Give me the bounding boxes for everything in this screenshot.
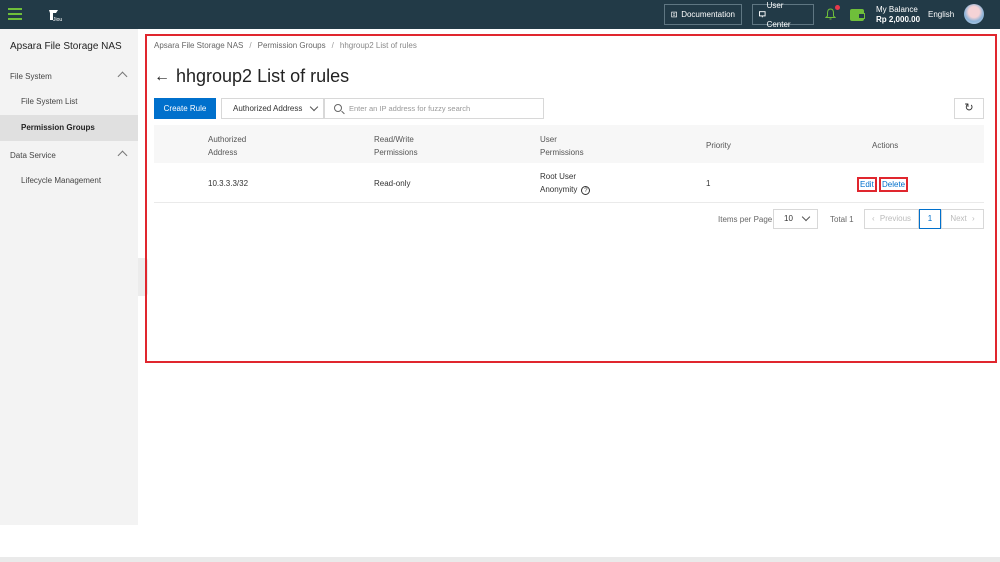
items-per-page-label: Items per Page: [718, 215, 773, 224]
breadcrumb-separator: /: [331, 41, 334, 50]
refresh-icon: ↻: [964, 102, 974, 114]
documentation-button[interactable]: Documentation: [664, 4, 742, 25]
filter-select[interactable]: Authorized Address: [221, 98, 324, 119]
user-center-label: User Center: [766, 0, 791, 29]
chevron-down-icon: [309, 102, 319, 112]
monitor-icon: [759, 11, 766, 18]
notification-badge: [835, 5, 840, 10]
user-center-button[interactable]: User Center: [752, 1, 814, 29]
items-per-page-select[interactable]: 10: [773, 209, 818, 229]
create-rule-button[interactable]: Create Rule: [154, 98, 216, 119]
breadcrumb: Apsara File Storage NAS / Permission Gro…: [154, 41, 417, 50]
column-header-actions: Actions: [872, 141, 899, 150]
top-bar: Jiou Documentation User Center My Balanc…: [0, 0, 1000, 29]
delete-link[interactable]: Delete: [879, 177, 909, 192]
search-input[interactable]: [349, 101, 539, 116]
next-page-button[interactable]: Next ›: [941, 209, 984, 229]
filter-select-value: Authorized Address: [233, 104, 303, 113]
balance-value[interactable]: Rp 2,000.00: [876, 15, 920, 24]
chevron-right-icon: ›: [972, 214, 975, 223]
breadcrumb-item-nas[interactable]: Apsara File Storage NAS: [154, 41, 243, 50]
breadcrumb-item-permission-groups[interactable]: Permission Groups: [258, 41, 326, 50]
sidebar-title: Apsara File Storage NAS: [10, 41, 122, 52]
cell-rw-permissions: Read-only: [374, 179, 411, 188]
sidebar-group-data-service[interactable]: Data Service: [10, 151, 56, 160]
back-arrow-icon[interactable]: ←: [154, 68, 170, 86]
document-icon: [671, 11, 677, 18]
column-header-authorized-address: Authorized Address: [208, 135, 247, 157]
search-icon: [334, 104, 342, 112]
column-header-priority: Priority: [706, 141, 731, 150]
edit-link[interactable]: Edit: [857, 177, 877, 192]
chevron-left-icon: ‹: [871, 214, 875, 223]
sidebar-item-permission-groups[interactable]: Permission Groups: [0, 115, 138, 141]
sidebar-group-file-system[interactable]: File System: [10, 72, 52, 81]
column-header-rw-permissions: Read/Write Permissions: [374, 135, 418, 157]
cell-user-permissions: Root User Anonymity?: [540, 170, 591, 196]
wallet-icon[interactable]: [850, 9, 865, 21]
cell-priority: 1: [706, 179, 711, 188]
bell-icon[interactable]: [825, 8, 836, 20]
sidebar-item-file-system-list[interactable]: File System List: [0, 89, 138, 115]
chevron-down-icon: [801, 212, 811, 222]
column-header-user-permissions: User Permissions: [540, 135, 584, 157]
refresh-button[interactable]: ↻: [954, 98, 984, 119]
menu-icon[interactable]: [8, 8, 22, 20]
breadcrumb-item-current: hhgroup2 List of rules: [339, 41, 417, 50]
previous-page-button[interactable]: ‹ Previous: [864, 209, 919, 229]
sidebar-item-lifecycle-management[interactable]: Lifecycle Management: [0, 168, 138, 194]
chevron-up-icon[interactable]: [117, 150, 128, 161]
bottom-bar: [0, 557, 1000, 562]
cell-address: 10.3.3.3/32: [208, 179, 249, 188]
chevron-up-icon[interactable]: [117, 71, 128, 82]
table-header: Authorized Address Read/Write Permissions …: [154, 125, 984, 163]
sidebar: Apsara File Storage NAS File System File…: [0, 29, 138, 525]
avatar[interactable]: [964, 4, 984, 24]
balance-label: My Balance: [876, 5, 918, 14]
logo-text: Jiou: [53, 17, 63, 23]
page-title: hhgroup2 List of rules: [176, 66, 350, 86]
search-box: [324, 98, 544, 119]
breadcrumb-separator: /: [249, 41, 252, 50]
total-count: Total 1: [830, 215, 854, 224]
page-title-row: ← hhgroup2 List of rules: [154, 66, 349, 87]
language-selector[interactable]: English: [928, 10, 954, 19]
page-number-1[interactable]: 1: [919, 209, 941, 229]
help-icon[interactable]: ?: [581, 186, 591, 195]
documentation-label: Documentation: [681, 10, 735, 19]
